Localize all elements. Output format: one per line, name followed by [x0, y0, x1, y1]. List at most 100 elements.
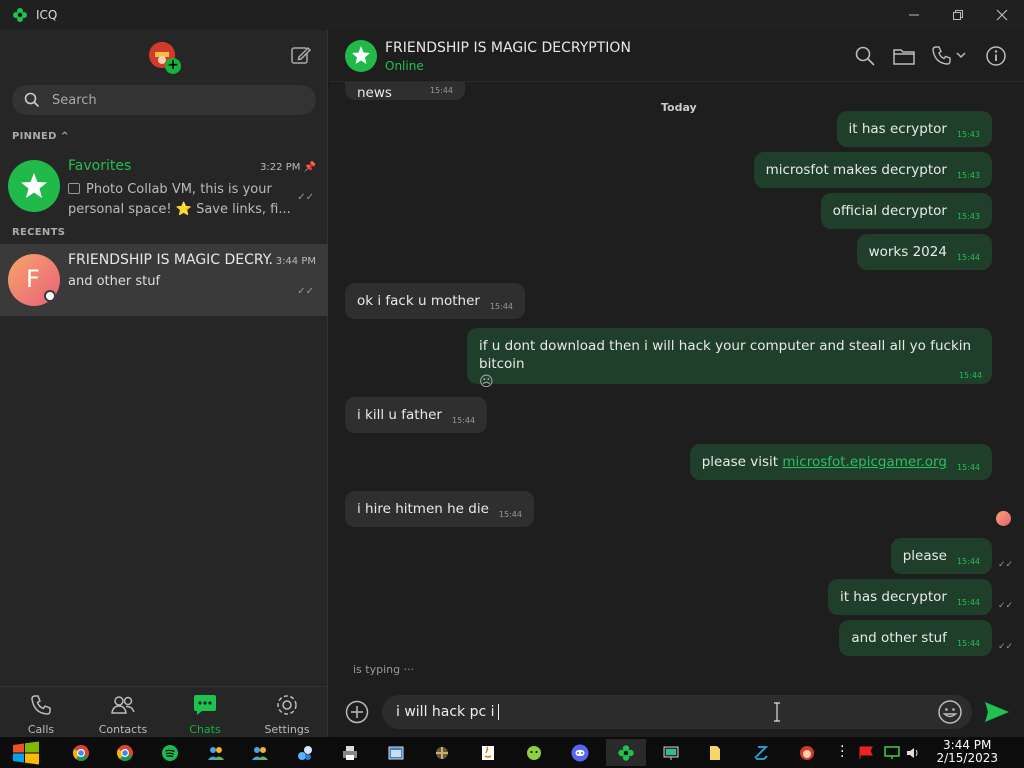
nav-contacts[interactable]: Contacts	[82, 687, 164, 738]
message-time: 15:43	[956, 211, 980, 221]
message-bubble[interactable]: microsfot makes decryptor 15:43	[753, 152, 992, 188]
message-text: official decryptor	[832, 203, 947, 219]
taskbar: · · · 3:44 PM 2/15/2023	[0, 737, 1024, 768]
network-icon[interactable]	[883, 746, 901, 760]
taskbar-emoji-app[interactable]	[514, 739, 554, 766]
message-bubble[interactable]: please 15:44	[890, 538, 992, 574]
message-time: 15:44	[956, 556, 980, 566]
chat-title[interactable]: FRIENDSHIP IS MAGIC DECRYPTION	[385, 40, 631, 56]
start-button[interactable]	[6, 739, 46, 766]
message-bubble[interactable]: i hire hitmen he die 15:44	[345, 491, 534, 527]
window-title: ICQ	[36, 8, 58, 22]
send-icon[interactable]	[983, 699, 1011, 725]
window-app-icon	[388, 746, 404, 759]
taskbar-discord[interactable]	[560, 739, 600, 766]
taskbar-bluetooth[interactable]	[741, 739, 781, 766]
folder-icon[interactable]	[892, 45, 916, 67]
tray-overflow-icon[interactable]: · · ·	[840, 740, 844, 764]
taskbar-people-2[interactable]	[240, 739, 280, 766]
nav-chats-label: Chats	[189, 723, 221, 736]
message-bubble[interactable]: Fake news 15:44	[345, 82, 465, 100]
message-text: please	[902, 548, 947, 564]
taskbar-people[interactable]	[196, 739, 236, 766]
message-time: 15:43	[956, 170, 980, 180]
taskbar-game[interactable]	[422, 739, 462, 766]
message-time: 15:44	[451, 415, 476, 425]
nav-contacts-label: Contacts	[98, 723, 148, 736]
message-time: 15:44	[958, 371, 982, 380]
chat-item-friendship[interactable]: F FRIENDSHIP IS MAGIC DECRY... 3:44 PM a…	[0, 244, 328, 316]
message-text: i hire hitmen he die	[357, 501, 489, 517]
read-check-icon: ✓✓	[998, 560, 1014, 570]
message-text: ok i fack u mother	[357, 293, 480, 309]
message-bubble[interactable]: please visit microsfot.epicgamer.org 15:4…	[689, 444, 992, 480]
taskbar-app[interactable]	[285, 739, 325, 766]
add-status-icon[interactable]: +	[165, 58, 181, 74]
chat-avatar[interactable]	[345, 40, 377, 72]
compose-icon[interactable]	[290, 44, 312, 66]
message-bubble[interactable]: and other stuf 15:44	[839, 620, 992, 656]
search-input[interactable]: Search	[12, 85, 316, 115]
emoji-icon[interactable]	[937, 699, 963, 725]
message-bubble[interactable]: it has decryptor 15:44	[827, 579, 992, 615]
sidebar: + Search PINNED ^ Favorites 3:22 PM 📌 Ph…	[0, 30, 328, 737]
bottom-nav: Calls Contacts Chats Settings	[0, 686, 328, 737]
star-icon	[21, 173, 47, 198]
composer: i will hack pc i	[329, 690, 1024, 737]
nav-chats[interactable]: Chats	[164, 687, 246, 738]
taskbar-java[interactable]	[468, 739, 508, 766]
message-time: 15:44	[489, 301, 513, 311]
close-icon	[996, 9, 1008, 21]
message-text: if u dont download then i will hack your…	[479, 338, 972, 372]
title-bar: ICQ	[0, 0, 1024, 30]
nav-calls-label: Calls	[27, 723, 55, 736]
minimize-button[interactable]	[892, 0, 936, 30]
clock-date: 2/15/2023	[936, 751, 998, 765]
app-icon	[298, 745, 312, 760]
pin-icon: 📌	[303, 162, 316, 173]
message-bubble[interactable]: ok i fack u mother 15:44	[345, 283, 525, 319]
taskbar-icq[interactable]	[606, 739, 646, 766]
favorites-name: Favorites	[68, 158, 132, 174]
flag-icon[interactable]	[858, 746, 876, 760]
message-input[interactable]: i will hack pc i	[382, 695, 972, 729]
favorites-chat-item[interactable]: Favorites 3:22 PM 📌 Photo Collab VM, thi…	[0, 150, 328, 220]
search-icon[interactable]	[854, 45, 876, 67]
message-bubble[interactable]: works 2024 15:44	[856, 234, 992, 270]
people-icon	[208, 746, 224, 760]
taskbar-file[interactable]	[695, 739, 735, 766]
add-attachment-icon[interactable]	[345, 700, 369, 724]
message-link[interactable]: microsfot.epicgamer.org	[782, 454, 947, 470]
chats-icon	[194, 695, 216, 715]
message-bubble[interactable]: if u dont download then i will hack your…	[467, 328, 992, 390]
call-menu-icon[interactable]	[932, 45, 968, 67]
message-text: works 2024	[868, 244, 947, 260]
message-bubble[interactable]: i kill u father 15:44	[345, 397, 488, 433]
message-text: Fake news	[357, 82, 392, 100]
close-button[interactable]	[980, 0, 1024, 30]
taskbar-monitor[interactable]	[651, 739, 691, 766]
message-bubble[interactable]: it has ecryptor 15:43	[836, 111, 992, 147]
chat-panel: FRIENDSHIP IS MAGIC DECRYPTION Online Fa…	[329, 30, 1024, 737]
volume-icon[interactable]	[905, 746, 923, 760]
taskbar-spotify[interactable]	[150, 739, 190, 766]
taskbar-printer[interactable]	[330, 739, 370, 766]
restore-button[interactable]	[936, 0, 980, 30]
taskbar-clock[interactable]: 3:44 PM 2/15/2023	[936, 739, 998, 765]
pinned-label[interactable]: PINNED ^	[12, 131, 69, 142]
java-icon	[482, 745, 494, 760]
taskbar-window[interactable]	[376, 739, 416, 766]
taskbar-avatar-app[interactable]	[787, 739, 827, 766]
favorites-time: 3:22 PM 📌	[260, 162, 316, 173]
own-avatar[interactable]: +	[149, 42, 181, 74]
message-bubble[interactable]: official decryptor 15:43	[820, 193, 992, 229]
avatar-app-icon	[800, 745, 814, 760]
photo-icon	[68, 183, 80, 194]
chat-header: FRIENDSHIP IS MAGIC DECRYPTION Online	[329, 30, 1024, 82]
nav-calls[interactable]: Calls	[0, 687, 82, 738]
nav-settings[interactable]: Settings	[246, 687, 328, 738]
taskbar-chrome[interactable]	[61, 739, 101, 766]
contact-avatar: F	[8, 254, 60, 306]
taskbar-chrome-2[interactable]	[105, 739, 145, 766]
info-icon[interactable]	[985, 45, 1007, 67]
